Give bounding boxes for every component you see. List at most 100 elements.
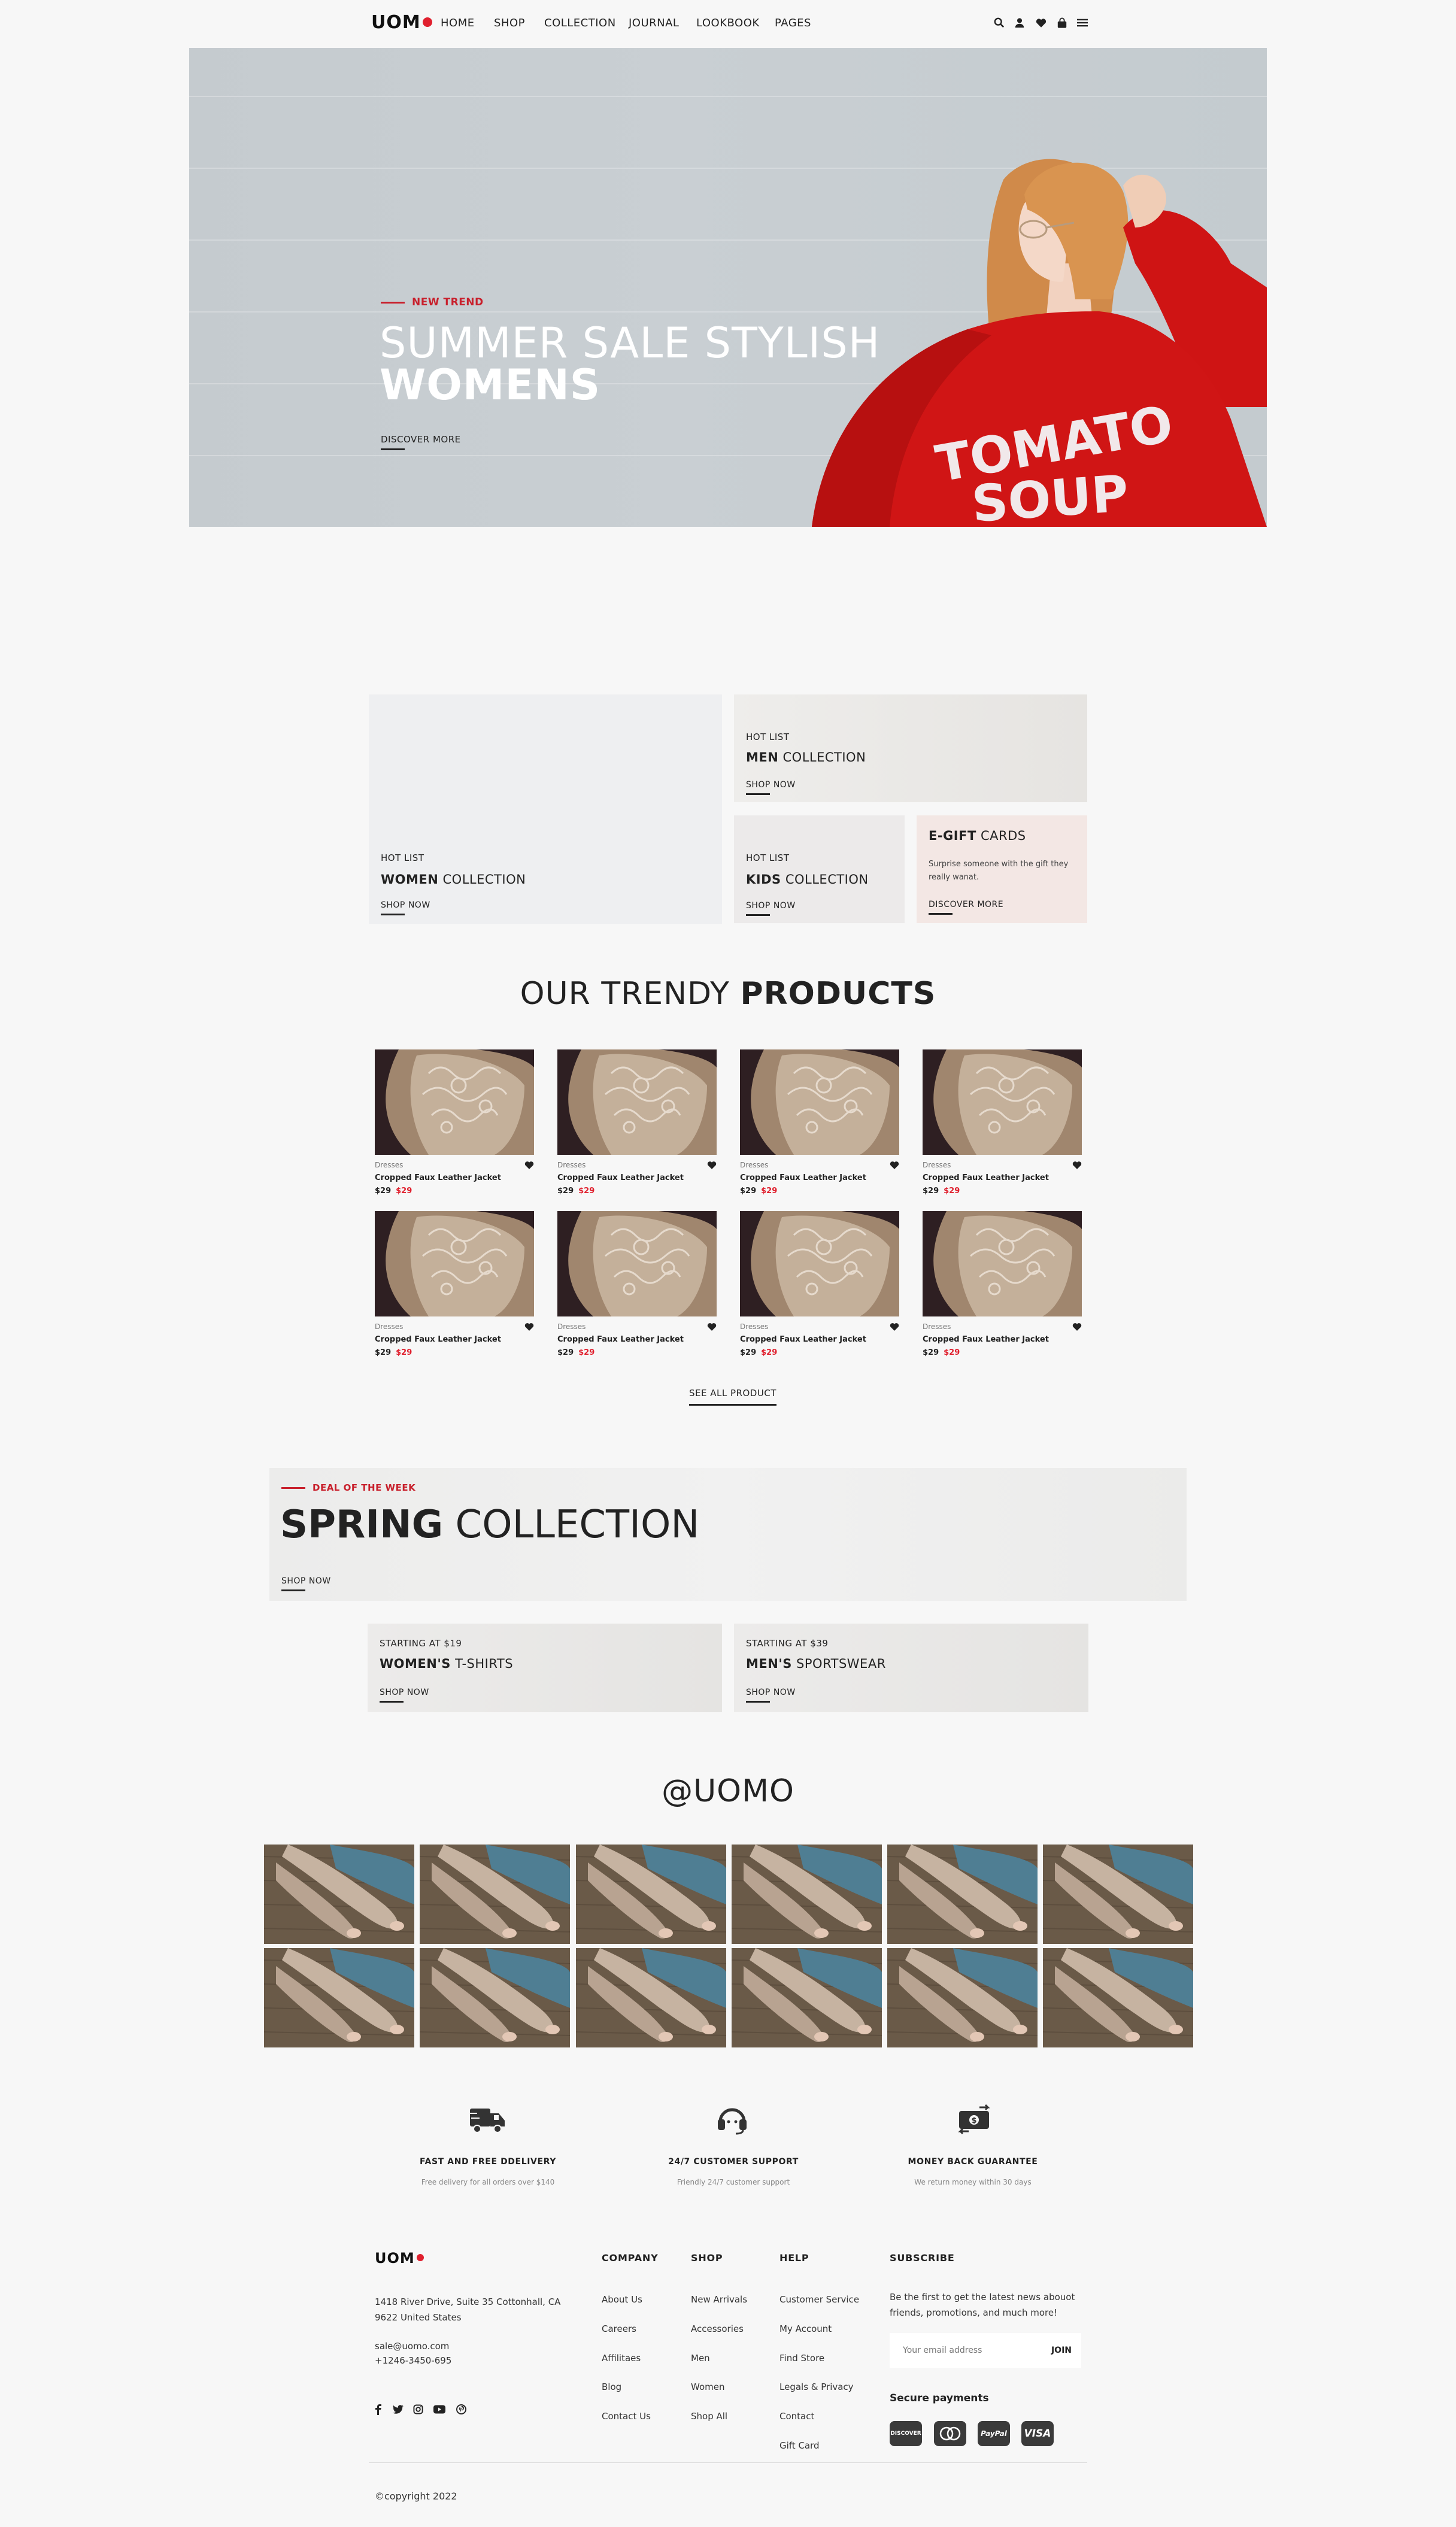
kids-shop-now[interactable]: SHOP NOW [746,901,796,916]
instagram-post[interactable] [887,1845,1038,1944]
product-image[interactable] [375,1049,534,1155]
men-shop-now[interactable]: SHOP NOW [746,780,796,795]
wishlist-heart-icon[interactable] [524,1161,535,1170]
nav-pages[interactable]: PAGES [775,17,811,29]
user-icon[interactable] [1013,16,1026,29]
menu-icon[interactable] [1076,16,1089,29]
product-image[interactable] [740,1049,899,1155]
womens-tshirts-shop-now[interactable]: SHOP NOW [380,1688,429,1703]
hero-discover-button[interactable]: DISCOVER MORE [381,434,461,450]
footer-link-customer-service[interactable]: Customer Service [779,2294,859,2305]
women-shop-now[interactable]: SHOP NOW [381,900,430,915]
product-name[interactable]: Cropped Faux Leather Jacket [375,1335,501,1344]
product-price: $29 $29 [923,1187,960,1196]
product-price-regular: $29 [557,1187,574,1196]
hero-tag-text: NEW TREND [412,296,484,308]
wishlist-heart-icon[interactable] [1072,1322,1083,1332]
product-image[interactable] [557,1049,717,1155]
footer-link-blog[interactable]: Blog [602,2382,621,2392]
product-image[interactable] [923,1211,1082,1316]
nav-shop[interactable]: SHOP [494,17,525,29]
site-logo[interactable]: UOM [371,12,432,33]
footer-phone[interactable]: +1246-3450-695 [375,2353,451,2368]
subscribe-email-input[interactable] [890,2333,1039,2368]
product-name[interactable]: Cropped Faux Leather Jacket [557,1335,684,1344]
instagram-post[interactable] [1043,1845,1193,1944]
footer-link-affiliates[interactable]: Affilitaes [602,2353,641,2364]
footer-link-new-arrivals[interactable]: New Arrivals [691,2294,747,2305]
logo-dot [422,17,432,27]
product-name[interactable]: Cropped Faux Leather Jacket [375,1173,501,1182]
product-photo [557,1049,717,1155]
visa-icon: VISA [1021,2421,1054,2446]
footer-link-gift-card[interactable]: Gift Card [779,2440,820,2451]
instagram-post[interactable] [420,1948,570,2047]
subscribe-join-button[interactable]: JOIN [1048,2340,1075,2361]
footer-logo[interactable]: UOM [375,2250,424,2267]
footer-email[interactable]: sale@uomo.com [375,2338,449,2354]
womens-tshirts-banner[interactable]: STARTING AT $19 WOMEN'S T-SHIRTS SHOP NO… [368,1624,722,1712]
see-all-products-link[interactable]: SEE ALL PRODUCT [689,1388,776,1406]
egift-card[interactable]: E-GIFT CARDS Surprise someone with the g… [917,815,1087,923]
instagram-post[interactable] [576,1948,726,2047]
wishlist-heart-icon[interactable] [890,1322,900,1332]
product-name[interactable]: Cropped Faux Leather Jacket [923,1173,1049,1182]
deal-tag-text: DEAL OF THE WEEK [313,1482,416,1493]
footer-link-my-account[interactable]: My Account [779,2323,832,2334]
product-name[interactable]: Cropped Faux Leather Jacket [557,1173,684,1182]
heart-icon[interactable] [1035,16,1048,29]
nav-home[interactable]: HOME [441,17,475,29]
egift-discover-more[interactable]: DISCOVER MORE [929,900,1003,915]
nav-collection[interactable]: COLLECTION [544,17,616,29]
mens-sportswear-banner[interactable]: STARTING AT $39 MEN'S SPORTSWEAR SHOP NO… [734,1624,1088,1712]
product-image[interactable] [923,1049,1082,1155]
cart-icon[interactable] [1055,16,1069,29]
footer-link-legal-privacy[interactable]: Legals & Privacy [779,2382,854,2392]
footer-link-contact[interactable]: Contact [779,2411,814,2422]
footer-link-careers[interactable]: Careers [602,2323,636,2334]
wishlist-heart-icon[interactable] [524,1322,535,1332]
footer-link-men[interactable]: Men [691,2353,710,2364]
instagram-post[interactable] [732,1845,882,1944]
product-photo [740,1049,899,1155]
womens-tshirts-tag: STARTING AT $19 [380,1638,462,1649]
instagram-post[interactable] [887,1948,1038,2047]
footer-link-shop-all[interactable]: Shop All [691,2411,727,2422]
product-price-sale: $29 [396,1187,412,1196]
instagram-post[interactable] [264,1845,414,1944]
product-name[interactable]: Cropped Faux Leather Jacket [740,1335,866,1344]
instagram-post[interactable] [576,1845,726,1944]
search-icon[interactable] [993,16,1006,29]
kids-collection-card[interactable]: HOT LIST KIDS COLLECTION SHOP NOW [734,815,905,923]
instagram-post[interactable] [264,1948,414,2047]
footer-link-about[interactable]: About Us [602,2294,642,2305]
pinterest-icon[interactable] [456,2404,466,2417]
wishlist-heart-icon[interactable] [707,1161,718,1170]
facebook-icon[interactable] [375,2404,382,2417]
product-image[interactable] [375,1211,534,1316]
footer-link-contact-us[interactable]: Contact Us [602,2411,651,2422]
wishlist-heart-icon[interactable] [1072,1161,1083,1170]
footer-link-find-store[interactable]: Find Store [779,2353,824,2364]
footer-link-accessories[interactable]: Accessories [691,2323,744,2334]
twitter-icon[interactable] [393,2405,404,2416]
instagram-post[interactable] [1043,1948,1193,2047]
deal-shop-now[interactable]: SHOP NOW [281,1576,331,1591]
product-image[interactable] [740,1211,899,1316]
instagram-post[interactable] [732,1948,882,2047]
nav-journal[interactable]: JOURNAL [629,17,679,29]
instagram-post[interactable] [420,1845,570,1944]
youtube-icon[interactable] [433,2405,445,2416]
men-collection-card[interactable]: HOT LIST MEN COLLECTION SHOP NOW [734,694,1087,802]
wishlist-heart-icon[interactable] [890,1161,900,1170]
wishlist-heart-icon[interactable] [707,1322,718,1332]
product-image[interactable] [557,1211,717,1316]
instagram-icon[interactable] [413,2404,423,2417]
mens-sportswear-shop-now[interactable]: SHOP NOW [746,1688,796,1703]
nav-lookbook[interactable]: LOOKBOOK [696,17,760,29]
women-collection-card[interactable]: HOT LIST WOMEN COLLECTION SHOP NOW [369,694,722,924]
product-name[interactable]: Cropped Faux Leather Jacket [740,1173,866,1182]
product-name[interactable]: Cropped Faux Leather Jacket [923,1335,1049,1344]
product-price: $29 $29 [375,1348,412,1357]
footer-link-women[interactable]: Women [691,2382,724,2392]
